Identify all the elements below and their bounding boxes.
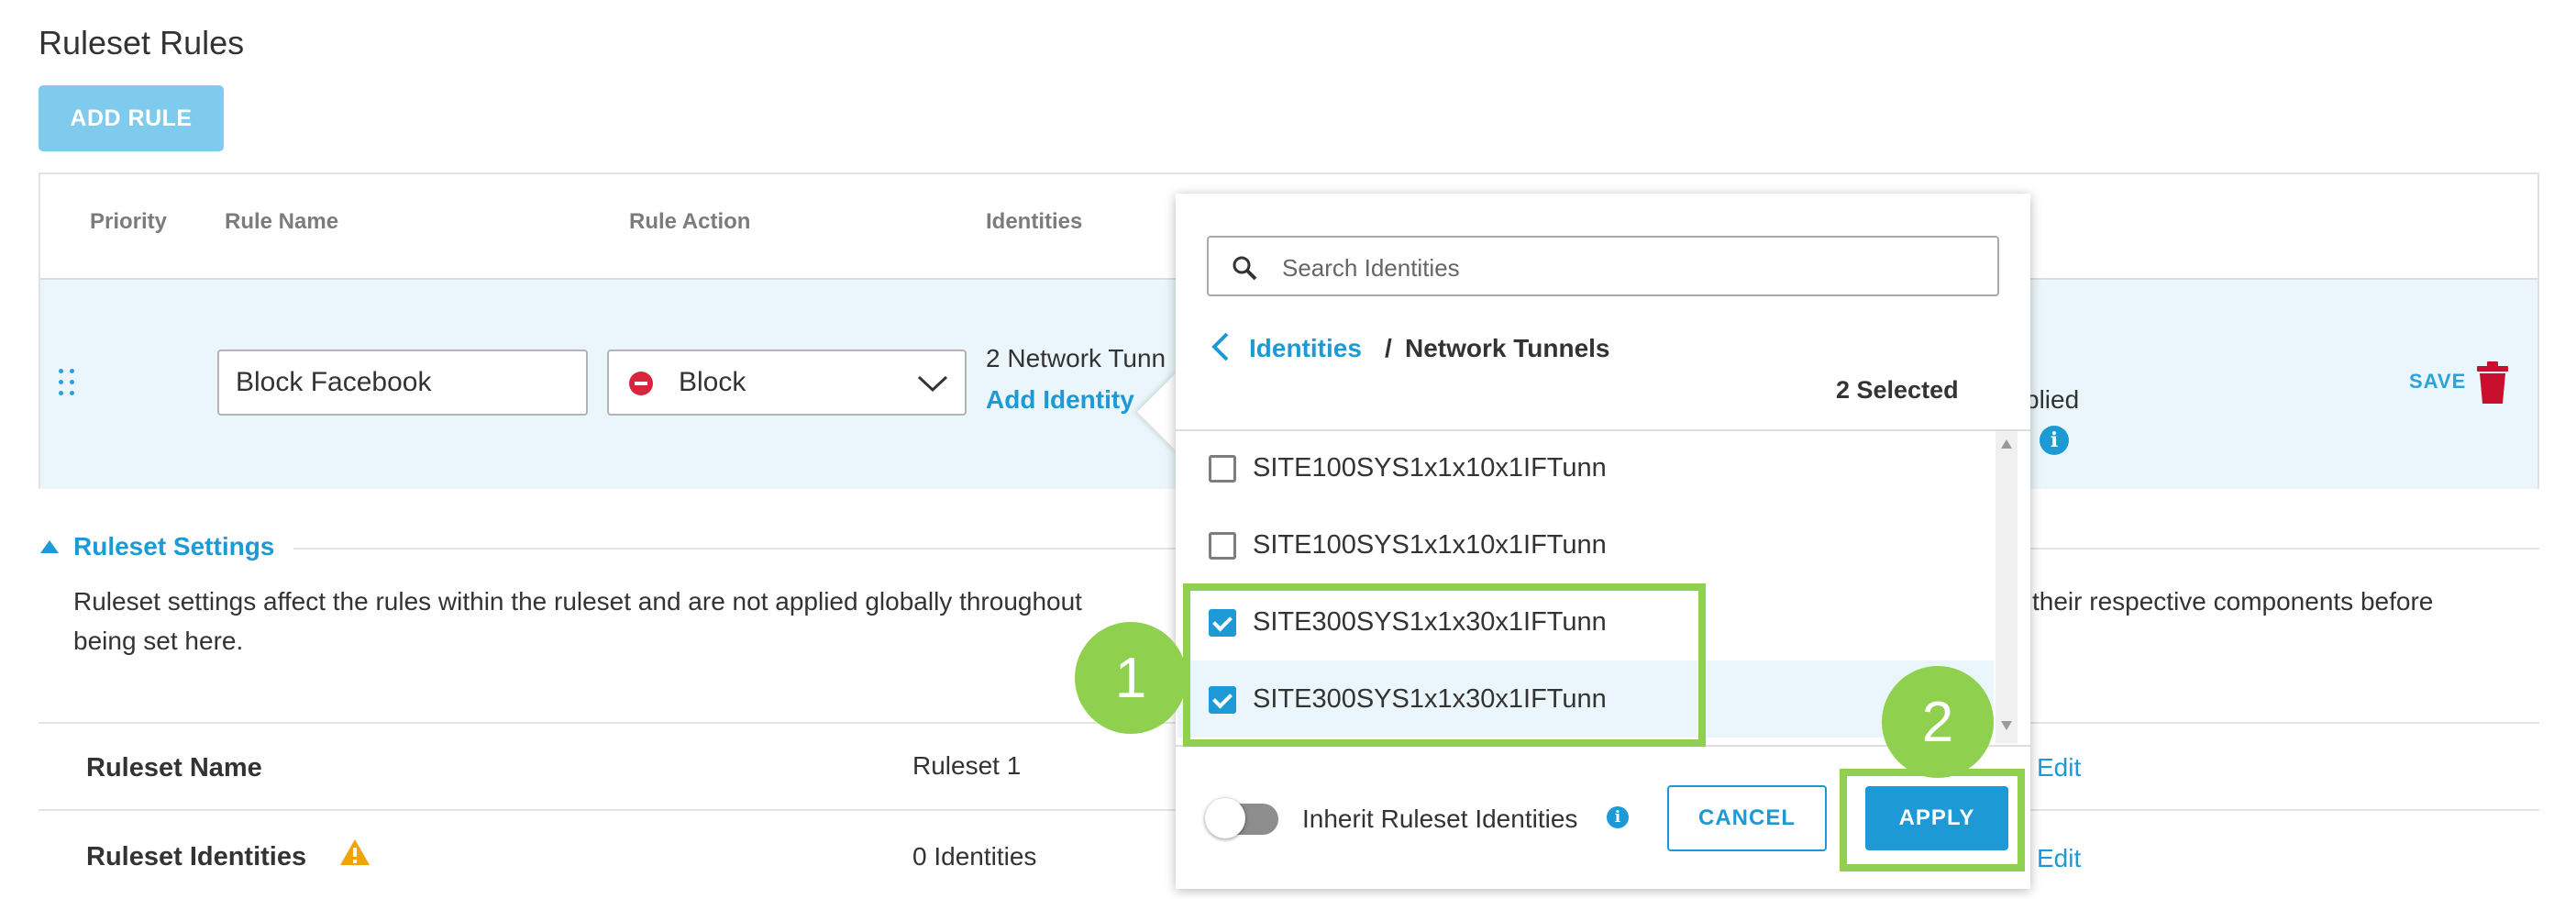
- selected-count: 2 Selected: [1836, 376, 1959, 404]
- block-icon: [629, 372, 653, 395]
- collapse-caret-icon[interactable]: [39, 538, 61, 555]
- warning-icon: [340, 839, 370, 865]
- edit-ruleset-identities-link[interactable]: Edit: [2037, 844, 2081, 873]
- scroll-down-icon[interactable]: [2000, 720, 2013, 731]
- search-input[interactable]: [1280, 247, 1981, 289]
- rule-name-input[interactable]: Block Facebook: [217, 350, 588, 416]
- header-rule-name[interactable]: Rule Name: [225, 209, 338, 235]
- info-icon[interactable]: i: [2040, 426, 2069, 455]
- highlight-box-selected-items: [1183, 583, 1706, 747]
- toggle-knob: [1205, 798, 1245, 838]
- checkbox[interactable]: [1209, 455, 1236, 483]
- scrollbar[interactable]: [1996, 431, 2018, 743]
- search-icon: [1233, 256, 1257, 281]
- checkbox[interactable]: [1209, 532, 1236, 560]
- ruleset-name-value: Ruleset 1: [912, 751, 1022, 780]
- settings-description-end: their respective components before: [2032, 587, 2434, 616]
- inherit-identities-label: Inherit Ruleset Identities: [1302, 805, 1578, 833]
- settings-description-line2: being set here.: [73, 627, 244, 655]
- list-item[interactable]: SITE100SYS1x1x10x1IFTunn: [1177, 506, 1994, 583]
- identities-summary: 2 Network Tunn: [986, 344, 1166, 372]
- page-title: Ruleset Rules: [39, 24, 245, 61]
- applied-status-text: plied: [2025, 385, 2080, 414]
- add-identity-link[interactable]: Add Identity: [986, 385, 1134, 415]
- ruleset-identities-label: Ruleset Identities: [86, 842, 307, 871]
- ruleset-settings-toggle[interactable]: Ruleset Settings: [73, 532, 274, 561]
- cancel-button[interactable]: CANCEL: [1667, 785, 1827, 851]
- save-button[interactable]: SAVE: [2409, 370, 2466, 394]
- rule-action-value: Block: [679, 367, 746, 397]
- breadcrumb-current: Network Tunnels: [1405, 334, 1610, 362]
- scroll-up-icon[interactable]: [2000, 438, 2013, 450]
- header-priority[interactable]: Priority: [90, 209, 167, 235]
- chevron-down-icon: [917, 375, 948, 393]
- ruleset-name-label: Ruleset Name: [86, 753, 262, 782]
- step-badge-2: 2: [1882, 666, 1994, 778]
- step-badge-1: 1: [1075, 622, 1187, 734]
- list-item[interactable]: SITE100SYS1x1x10x1IFTunn: [1177, 429, 1994, 506]
- list-item-label: SITE100SYS1x1x10x1IFTunn: [1253, 530, 1607, 560]
- list-item-label: SITE100SYS1x1x10x1IFTunn: [1253, 453, 1607, 483]
- header-rule-action[interactable]: Rule Action: [629, 209, 750, 235]
- ruleset-identities-value: 0 Identities: [912, 842, 1037, 871]
- chevron-left-icon[interactable]: [1209, 330, 1233, 363]
- highlight-box-apply: [1840, 769, 2025, 871]
- info-icon[interactable]: i: [1607, 806, 1629, 828]
- settings-description: Ruleset settings affect the rules within…: [73, 587, 1082, 616]
- edit-ruleset-name-link[interactable]: Edit: [2037, 753, 2081, 782]
- drag-handle-icon[interactable]: [57, 367, 79, 398]
- breadcrumb-separator: /: [1385, 334, 1392, 362]
- add-rule-button[interactable]: ADD RULE: [39, 85, 224, 151]
- rule-action-select[interactable]: Block: [607, 350, 967, 416]
- breadcrumb-identities-link[interactable]: Identities: [1249, 334, 1362, 363]
- inherit-identities-toggle[interactable]: [1205, 798, 1278, 838]
- search-field[interactable]: [1207, 236, 1999, 296]
- popover-arrow: [1137, 372, 1177, 452]
- trash-icon[interactable]: [2476, 361, 2509, 405]
- header-identities[interactable]: Identities: [986, 209, 1082, 235]
